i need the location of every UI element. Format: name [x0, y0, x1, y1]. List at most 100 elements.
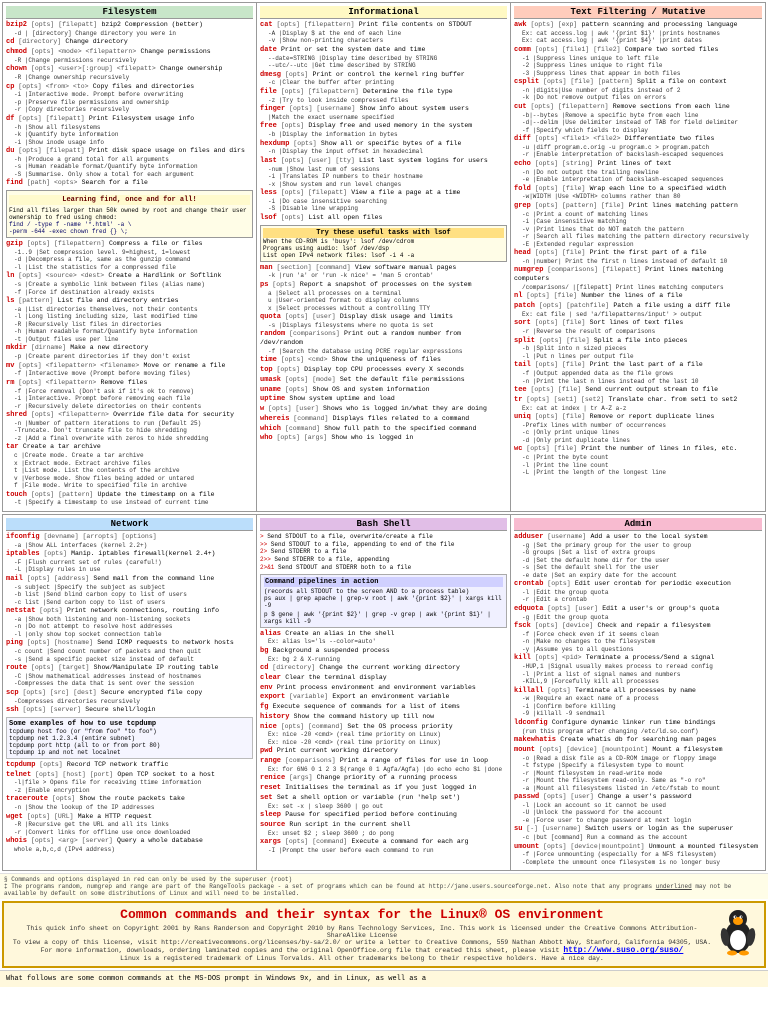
- cmd-time: time [opts] <cmd> Show the uniqueness of…: [260, 356, 507, 365]
- top-row: Filesystem bzip2 [opts] [filepatt] bzip2…: [2, 2, 766, 512]
- cmd-iptables: iptables [opts] Manip. iptables firewall…: [6, 550, 253, 574]
- text-filtering-section: Text Filtering / Mutative awk [opts] [ex…: [511, 3, 765, 511]
- cmd-cp: cp [opts] <from> <to> Copy files and dir…: [6, 83, 253, 114]
- network-section: Network ifconfig [devname] [arropts] [op…: [3, 515, 257, 871]
- cmd-xargs-bash: xargs [opts] [command] Execute a command…: [260, 838, 507, 854]
- text-filtering-commands: awk [opts] [exp] pattern scanning and pr…: [514, 21, 762, 477]
- pipeline-box: Command pipelines in action (records all…: [260, 574, 507, 628]
- cmd-w: w [opts] [user] Shows who is logged in/w…: [260, 405, 507, 414]
- bash-shell-content: > Send STDOUT to a file, overwrite/creat…: [260, 533, 507, 855]
- cmd-route: route [opts] [target] Show/Manipulate IP…: [6, 664, 253, 688]
- cmd-renice: renice [args] Change priority of a runni…: [260, 774, 507, 783]
- bottom-banner: Common commands and their syntax for the…: [2, 901, 766, 968]
- cmd-adduser: adduser [username] Add a user to the loc…: [514, 533, 762, 579]
- cmd-comm: comm [opts] [file1] [file2] Compare two …: [514, 46, 762, 77]
- cmd-man: man [section] [command] View software ma…: [260, 264, 507, 280]
- mid-row: Network ifconfig [devname] [arropts] [op…: [2, 514, 766, 872]
- cmd-tail: tail [opts] [file] Print the last part o…: [514, 361, 762, 385]
- cmd-cat: cat [opts] [filepattern] Print file cont…: [260, 21, 507, 45]
- cmd-tcpdump: tcpdump [opts] Record TCP network traffi…: [6, 761, 253, 770]
- cmd-edquota: edquota [opts] [user] Edit a user's or g…: [514, 605, 762, 621]
- cmd-lsof-info: lsof [opts] List all open files: [260, 214, 507, 223]
- cmd-tar: tar Create a tar archive c |Create mode.…: [6, 443, 253, 489]
- cmd-ln: ln [opts] <source> <dest> Create a Hardl…: [6, 272, 253, 296]
- cmd-uptime: uptime Show system uptime and load: [260, 395, 507, 404]
- cmd-patch: patch [opts] [patchfile] Patch a file us…: [514, 302, 762, 318]
- informational-commands: cat [opts] [filepattern] Print file cont…: [260, 21, 507, 443]
- cmd-sleep: sleep Pause for specified period before …: [260, 811, 507, 820]
- cmd-less: less [opts] [filepatt] View a file a pag…: [260, 189, 507, 213]
- informational-title: Informational: [260, 6, 507, 19]
- cmd-grep: grep [opts] [pattern] [file] Print lines…: [514, 202, 762, 248]
- cmd-ldconfig: ldconfig Configure dynamic linker run ti…: [514, 719, 762, 735]
- pipeline-title: Command pipelines in action: [264, 577, 503, 587]
- cmd-whereis: whereis [command] Displays files related…: [260, 415, 507, 424]
- cmd-ssh: ssh [opts] [server] Secure shell/login: [6, 706, 253, 715]
- cmd-uname: uname [opts] Show OS and system informat…: [260, 386, 507, 395]
- cmd-cut: cut [opts] [filepattern] Remove sections…: [514, 103, 762, 134]
- cmd-pwd: pwd Print current working directory: [260, 747, 507, 756]
- bash-shell-title: Bash Shell: [260, 518, 507, 531]
- text-filtering-title: Text Filtering / Mutative: [514, 6, 762, 19]
- cmd-gzip: gzip [opts] [filepattern] Compress a fil…: [6, 240, 253, 271]
- cmd-scp: scp [opts] [src] [dest] Secure encrypted…: [6, 689, 253, 705]
- cmd-quota: quota [opts] [user] Display disk usage a…: [260, 313, 507, 329]
- admin-title: Admin: [514, 518, 762, 531]
- cmd-source: source Run script in the current shell E…: [260, 821, 507, 837]
- cmd-echo: echo [opts] [string] Print lines of text…: [514, 160, 762, 184]
- cmd-mount: mount [opts] [device] [mountpoint] Mount…: [514, 746, 762, 792]
- bottom-credits: This quick info sheet on Copyright 2001 …: [10, 925, 758, 962]
- cmd-head: head [opts] [file] Print the first part …: [514, 249, 762, 265]
- filesystem-commands: bzip2 [opts] [filepatt] bzip2 Compressio…: [6, 21, 253, 507]
- cmd-file: file [opts] [filepattern] Determine the …: [260, 88, 507, 104]
- cmd-touch: touch [opts] [pattern] Update the timest…: [6, 491, 253, 507]
- cmd-makewhatis: makewhatis Create whatis db for searchin…: [514, 736, 762, 745]
- note-bar: § Commands and options displayed in red …: [0, 873, 768, 899]
- cmd-ping: ping [opts] [hostname] Send ICMP request…: [6, 639, 253, 663]
- network-commands: ifconfig [devname] [arropts] [options] -…: [6, 533, 253, 854]
- cmd-mv: mv [opts] <filepattern> <filename> Move …: [6, 362, 253, 378]
- cmd-top: top [opts] Display top CPU processes eve…: [260, 366, 507, 375]
- cmd-finger: finger [opts] [username] Show info about…: [260, 105, 507, 121]
- cmd-telnet: telnet [opts] [host] [port] Open TCP soc…: [6, 771, 253, 795]
- cmd-find: find [path] <opts> Search for a file: [6, 179, 253, 188]
- bottom-title: Common commands and their syntax for the…: [10, 907, 758, 922]
- cmd-kill: kill [opts] <pid> Terminate a process/Se…: [514, 654, 762, 685]
- informational-section: Informational cat [opts] [filepattern] P…: [257, 3, 511, 511]
- find-box-title: Learning find, once and for all!: [9, 195, 250, 205]
- cmd-cd-bash: cd [directory] Change the current workin…: [260, 664, 507, 673]
- cmd-numgrep: numgrep [comparisons] [filepatt] Print l…: [514, 266, 762, 291]
- cmd-crontab: crontab [opts] Edit user crontab for per…: [514, 580, 762, 604]
- bash-shell-section: Bash Shell > Send STDOUT to a file, over…: [257, 515, 511, 871]
- cmd-mail: mail [opts] [address] Send mail from the…: [6, 575, 253, 606]
- cmd-fold: fold [opts] [file] Wrap each line to a s…: [514, 185, 762, 201]
- cmd-chmod: chmod [opts] <mode> <filepattern> Change…: [6, 48, 253, 64]
- cmd-rm: rm [opts] <filepattern> Remove files -f …: [6, 379, 253, 410]
- cmd-awk: awk [opts] [exp] pattern scanning and pr…: [514, 21, 762, 45]
- cmd-umount: umount [opts] [device|mountpoint] Unmoun…: [514, 843, 762, 867]
- lsof-box: Try these useful tasks with lsof When th…: [260, 225, 507, 262]
- tux-penguin-icon: [718, 907, 758, 957]
- cmd-range: range [comparisons] Print a range of fil…: [260, 757, 507, 773]
- cmd-free: free [opts] Display free and used memory…: [260, 122, 507, 138]
- cmd-reset: reset Initialises the terminal as if you…: [260, 784, 507, 793]
- cmd-last: last [opts] [user] [tty] List last syste…: [260, 157, 507, 188]
- network-title: Network: [6, 518, 253, 531]
- cmd-date: date Print or set the system date and ti…: [260, 46, 507, 70]
- cmd-fsck: fsck [opts] [device] Check and repair a …: [514, 622, 762, 653]
- cmd-csplit: csplit [opts] [file] [pattern] Split a f…: [514, 78, 762, 102]
- cmd-du: du [opts] [filepatt] Print disk space us…: [6, 147, 253, 178]
- cmd-ifconfig: ifconfig [devname] [arropts] [options] -…: [6, 533, 253, 549]
- cmd-uniq: uniq [opts] [file] Remove or report dupl…: [514, 413, 762, 444]
- cmd-bzip2: bzip2 [opts] [filepatt] bzip2 Compressio…: [6, 21, 253, 37]
- cmd-random: random [comparisons] Print out a random …: [260, 330, 507, 355]
- cmd-umask: umask [opts] [mode] Set the default file…: [260, 376, 507, 385]
- cmd-who: who [opts] [args] Show who is logged in: [260, 434, 507, 443]
- cmd-passwd: passwd [opts] [user] Change a user's pas…: [514, 793, 762, 824]
- cmd-alias: alias Create an alias in the shell Ex: a…: [260, 630, 507, 646]
- tcpdump-box: Some examples of how to use tcpdump tcpd…: [6, 717, 253, 759]
- cmd-tee: tee [opts] [file] Send current output st…: [514, 386, 762, 395]
- cmd-su: su [-] [username] Switch users or login …: [514, 825, 762, 841]
- admin-section: Admin adduser [username] Add a user to t…: [511, 515, 765, 871]
- cmd-cd: cd [directory] Change directory: [6, 38, 253, 47]
